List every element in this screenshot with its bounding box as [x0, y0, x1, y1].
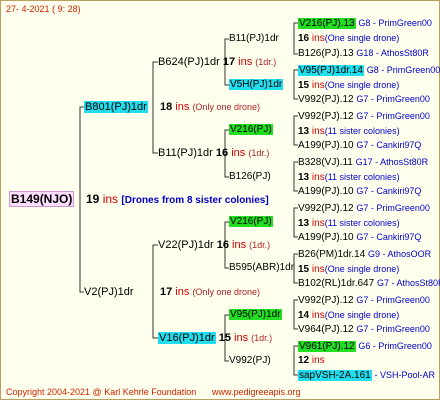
gen2-row-0: B624(PJ)1dr 17 ins (1dr.)	[158, 56, 277, 68]
gen3-name-4[interactable]: V216(PJ)	[229, 216, 273, 227]
gen2-name-0[interactable]: B624(PJ)1dr	[158, 56, 220, 68]
gen4-row-9: B328(VJ).11 G17 - AthosSt80R	[298, 157, 429, 168]
header-date: 27- 4-2021 ( 9: 28)	[6, 4, 81, 14]
gen2-row-3: V16(PJ)1dr 15 ins (1dr.)	[158, 332, 273, 344]
gen1-ins-0: 18 ins (Only one drone)	[160, 101, 260, 113]
gen4-row-11: A199(PJ).10 G7 - Cankiri97Q	[298, 186, 422, 197]
gen4-row-21: V961(PJ).12 G6 - PrimGreen00	[298, 341, 432, 352]
gen4-row-18: V992(PJ).12 G7 - PrimGreen00	[298, 295, 430, 306]
gen3-name-5[interactable]: B595(ABR)1dr	[229, 262, 294, 274]
gen3-name-3[interactable]: B126(PJ)	[229, 171, 271, 183]
gen4-row-0: V216(PJ).13 G8 - PrimGreen00	[298, 18, 432, 29]
gen3-name-1[interactable]: V5H(PJ)1dr	[229, 79, 284, 90]
gen4-row-12: V992(PJ).12 G7 - PrimGreen00	[298, 203, 430, 214]
gen4-row-5: V992(PJ).12 G7 - PrimGreen00	[298, 94, 430, 105]
gen4-row-8: A199(PJ).10 G7 - Cankiri97Q	[298, 140, 422, 151]
gen4-row-19: 14 ins(One single drone)	[298, 310, 400, 321]
gen3-name-7[interactable]: V992(PJ)	[229, 355, 271, 367]
gen4-row-20: V964(PJ).12 G7 - PrimGreen00	[298, 324, 430, 335]
footer-copyright: Copyright 2004-2021 @ Karl Kehrle Founda…	[6, 387, 197, 397]
gen4-row-1: 16 ins(One single drone)	[298, 33, 400, 44]
gen2-row-2: V22(PJ)1dr 16 ins (1dr.)	[158, 239, 271, 251]
gen2-name-2[interactable]: V22(PJ)1dr	[158, 239, 214, 251]
gen4-row-16: 15 ins(One single drone)	[298, 264, 400, 275]
gen3-name-2[interactable]: V216(PJ)	[229, 124, 273, 135]
gen2-name-1[interactable]: B11(PJ)1dr	[158, 147, 213, 159]
root-ins-info: 19 ins [Drones from 8 sister colonies]	[86, 192, 269, 206]
gen2-name-3[interactable]: V16(PJ)1dr	[158, 332, 216, 344]
gen2-row-1: B11(PJ)1dr 16 ins (1dr.)	[158, 147, 270, 159]
gen3-name-0[interactable]: B11(PJ)1dr	[229, 33, 279, 45]
gen4-row-23: sapVSH-2A.161 - VSH-Pool-AR	[298, 370, 436, 381]
gen1-name-0[interactable]: B801(PJ)1dr	[84, 101, 148, 113]
gen4-row-14: A199(PJ).10 G7 - Cankiri97Q	[298, 232, 422, 243]
gen4-row-4: 15 ins(One single drone)	[298, 80, 400, 91]
footer-site-link[interactable]: www.pedigreeapis.org	[212, 386, 301, 398]
gen4-row-17: B102(RL)1dr.647 G7 - AthosSt80R	[298, 278, 440, 289]
gen4-row-3: V95(PJ)1dr.14 G8 - PrimGreen00	[298, 65, 440, 76]
gen4-row-15: B26(PM)1dr.14 G9 - AthosOOR	[298, 249, 432, 260]
gen3-name-6[interactable]: V95(PJ)1dr	[229, 309, 282, 320]
gen4-row-6: V992(PJ).12 G7 - PrimGreen00	[298, 111, 430, 122]
gen4-row-22: 12 ins	[298, 355, 325, 366]
root-queen-name[interactable]: B149(NJO)	[9, 191, 75, 207]
gen1-name-1[interactable]: V2(PJ)1dr	[84, 286, 134, 298]
gen4-row-2: B126(PJ).13 G18 - AthosSt80R	[298, 48, 429, 59]
gen1-ins-1: 17 ins (Only one drone)	[160, 286, 260, 298]
gen4-row-10: 13 ins(11 sister colonies)	[298, 172, 400, 183]
gen4-row-7: 13 ins(11 sister colonies)	[298, 126, 400, 137]
gen4-row-13: 13 ins(11 sister colonies)	[298, 218, 400, 229]
